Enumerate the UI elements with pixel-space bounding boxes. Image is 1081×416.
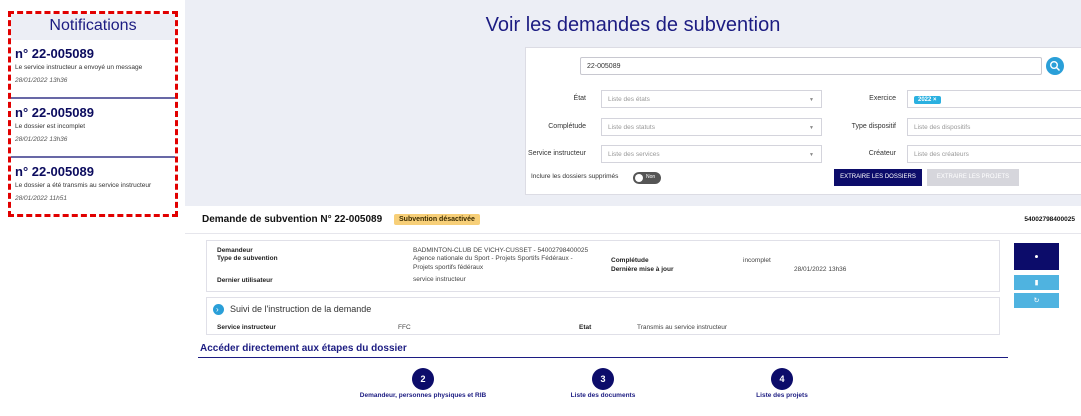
etat-placeholder: Liste des états: [608, 96, 650, 103]
search-button[interactable]: [1046, 57, 1064, 75]
suivi-card: › Suivi de l'instruction de la demande S…: [206, 297, 1000, 335]
etapes-divider: [198, 357, 1008, 358]
derniere-maj-label: Dernière mise à jour: [611, 266, 674, 273]
step-4-label[interactable]: Liste des projets: [702, 392, 862, 399]
notification-message: Le dossier est incomplet: [15, 123, 86, 130]
siret-number: 54002798400025: [1024, 216, 1075, 223]
search-icon: [1050, 61, 1061, 72]
notification-number: n° 22-005089: [15, 105, 94, 120]
dispositif-label: Type dispositif: [851, 123, 896, 130]
notification-message: Le service instructeur a envoyé un messa…: [15, 64, 143, 71]
completude-value: incomplet: [743, 257, 771, 264]
notification-date: 28/01/2022 13h36: [15, 77, 68, 84]
completude-select[interactable]: Liste des statuts ▼: [601, 118, 822, 136]
toggle-text: Non: [646, 174, 656, 180]
suivi-service-label: Service instructeur: [217, 324, 276, 331]
notification-date: 28/01/2022 13h36: [15, 136, 68, 143]
etapes-title: Accéder directement aux étapes du dossie…: [200, 343, 407, 354]
exercice-select[interactable]: 2022 × ▼: [907, 90, 1081, 108]
extract-dossiers-button[interactable]: EXTRAIRE LES DOSSIERS: [834, 169, 922, 186]
demandeur-label: Demandeur: [217, 247, 253, 254]
notification-item[interactable]: n° 22-005089 Le dossier a été transmis a…: [11, 158, 175, 217]
chevron-down-icon: ▼: [809, 97, 814, 103]
suivi-service-value: FFC: [398, 324, 411, 331]
step-3-label[interactable]: Liste des documents: [523, 392, 683, 399]
status-badge: Subvention désactivée: [394, 214, 480, 225]
toggle-knob: [635, 174, 643, 182]
etat-select[interactable]: Liste des états ▼: [601, 90, 822, 108]
dernier-utilisateur-value: service instructeur: [413, 276, 466, 283]
suivi-etat-value: Transmis au service instructeur: [637, 324, 728, 331]
search-panel: État Liste des états ▼ Complétude Liste …: [525, 47, 1081, 195]
service-label: Service instructeur: [528, 150, 586, 157]
notification-number: n° 22-005089: [15, 164, 94, 179]
derniere-maj-value: 28/01/2022 13h36: [794, 266, 847, 273]
completude-label: Complétude: [611, 257, 649, 264]
createur-label: Créateur: [868, 150, 896, 157]
createur-select[interactable]: Liste des créateurs ▼: [907, 145, 1081, 163]
dispositif-placeholder: Liste des dispositifs: [914, 124, 971, 131]
type-subvention-label: Type de subvention: [217, 255, 278, 262]
completude-label: Complétude: [548, 123, 586, 130]
step-4-circle[interactable]: 4: [771, 368, 793, 390]
eye-icon: ●: [1034, 253, 1039, 260]
chevron-down-icon: ▼: [809, 152, 814, 158]
exercice-value: 2022: [918, 97, 932, 103]
refresh-icon: ↻: [1033, 297, 1040, 304]
demande-header: Demande de subvention N° 22-005089 Subve…: [185, 206, 1081, 234]
step-3-circle[interactable]: 3: [592, 368, 614, 390]
notification-date: 28/01/2022 11h51: [15, 195, 67, 202]
notification-number: n° 22-005089: [15, 46, 94, 61]
view-button[interactable]: ●: [1014, 243, 1059, 270]
completude-placeholder: Liste des statuts: [608, 124, 655, 131]
service-placeholder: Liste des services: [608, 151, 660, 158]
include-deleted-label: Inclure les dossiers supprimés: [531, 173, 619, 180]
include-deleted-toggle[interactable]: Non: [633, 172, 661, 184]
notification-item[interactable]: n° 22-005089 Le service instructeur a en…: [11, 40, 175, 99]
createur-placeholder: Liste des créateurs: [914, 151, 969, 158]
demande-title: Demande de subvention N° 22-005089: [202, 214, 383, 225]
chevron-down-icon: ▼: [809, 125, 814, 131]
exercice-label: Exercice: [869, 95, 896, 102]
suivi-title[interactable]: Suivi de l'instruction de la demande: [230, 304, 371, 314]
dispositif-select[interactable]: Liste des dispositifs ▼: [907, 118, 1081, 136]
notification-message: Le dossier a été transmis au service ins…: [15, 182, 152, 189]
notifications-panel: Notifications n° 22-005089 Le service in…: [8, 11, 178, 217]
refresh-button[interactable]: ↻: [1014, 293, 1059, 308]
document-icon: ▮: [1034, 279, 1039, 286]
step-2-label[interactable]: Demandeur, personnes physiques et RIB: [343, 392, 503, 399]
type-subvention-value-1: Agence nationale du Sport - Projets Spor…: [413, 255, 573, 262]
step-2-circle[interactable]: 2: [412, 368, 434, 390]
notification-item[interactable]: n° 22-005089 Le dossier est incomplet 28…: [11, 99, 175, 158]
header-band: Voir les demandes de subvention État Lis…: [185, 0, 1081, 206]
page-title: Voir les demandes de subvention: [485, 14, 781, 36]
demandeur-value: BADMINTON-CLUB DE VICHY-CUSSET - 5400279…: [413, 247, 589, 254]
suivi-etat-label: Etat: [579, 324, 592, 331]
exercice-tag[interactable]: 2022 ×: [914, 96, 941, 104]
notifications-title: Notifications: [11, 14, 175, 40]
etat-label: État: [573, 95, 586, 102]
service-select[interactable]: Liste des services ▼: [601, 145, 822, 163]
demande-info-card: Demandeur BADMINTON-CLUB DE VICHY-CUSSET…: [206, 240, 1000, 292]
chevron-right-icon[interactable]: ›: [213, 304, 224, 315]
app-root: Voir les demandes de subvention État Lis…: [0, 0, 1081, 416]
type-subvention-value-2: Projets sportifs fédéraux: [413, 264, 484, 271]
dernier-utilisateur-label: Dernier utilisateur: [217, 277, 273, 284]
search-input[interactable]: [580, 57, 1042, 75]
extract-projets-button[interactable]: EXTRAIRE LES PROJETS: [927, 169, 1019, 186]
document-button[interactable]: ▮: [1014, 275, 1059, 290]
